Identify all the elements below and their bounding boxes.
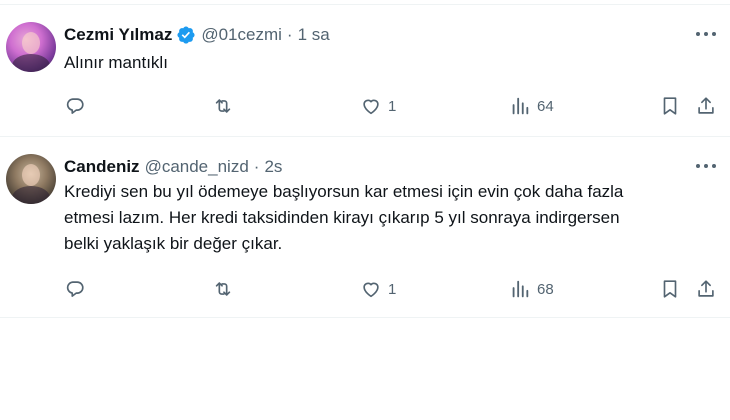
views-count: 68 <box>537 280 554 298</box>
avatar[interactable] <box>6 22 56 72</box>
bookmark-button[interactable] <box>659 94 681 118</box>
bookmark-icon <box>663 97 677 115</box>
tweet-text: Alınır mantıklı <box>64 50 168 76</box>
like-count: 1 <box>388 280 397 298</box>
tweet-actions: 1 68 <box>0 277 730 301</box>
share-icon <box>698 280 714 297</box>
like-button[interactable]: 1 <box>360 94 396 118</box>
separator-dot: · <box>286 25 293 44</box>
tweet-actions: 1 64 <box>0 94 730 118</box>
views-icon <box>512 97 529 115</box>
bookmark-button[interactable] <box>659 277 681 301</box>
bookmark-icon <box>663 280 677 298</box>
tweet-2[interactable]: Candeniz @cande_nizd · 2s Krediyi sen bu… <box>0 137 730 318</box>
retweet-icon <box>215 99 231 113</box>
retweet-button[interactable] <box>212 277 240 301</box>
avatar-shoulders <box>12 54 50 72</box>
reply-icon <box>66 98 84 114</box>
tweet-text-line: Alınır mantıklı <box>64 53 168 72</box>
like-icon <box>363 99 379 115</box>
reply-icon <box>66 281 84 297</box>
retweet-icon <box>215 282 231 296</box>
share-button[interactable] <box>695 94 717 118</box>
separator-dot: · <box>253 157 260 176</box>
verified-badge-icon <box>176 25 196 45</box>
views-button[interactable]: 68 <box>509 277 554 301</box>
retweet-button[interactable] <box>212 94 240 118</box>
more-icon[interactable] <box>696 159 716 173</box>
views-count: 64 <box>537 97 554 115</box>
author-name[interactable]: Candeniz <box>64 157 140 177</box>
timestamp[interactable]: 1 sa <box>298 25 330 45</box>
author-handle[interactable]: @cande_nizd <box>145 157 249 177</box>
share-button[interactable] <box>695 277 717 301</box>
more-icon[interactable] <box>696 27 716 41</box>
reply-button[interactable] <box>64 277 92 301</box>
avatar-shoulders <box>12 186 50 204</box>
author-handle[interactable]: @01cezmi <box>201 25 282 45</box>
tweet-text-line: Krediyi sen bu yıl ödemeye başlıyorsun k… <box>64 182 624 201</box>
timestamp[interactable]: 2s <box>264 157 282 177</box>
tweet-text: Krediyi sen bu yıl ödemeye başlıyorsun k… <box>64 179 724 257</box>
share-icon <box>698 97 714 114</box>
like-button[interactable]: 1 <box>360 277 396 301</box>
tweet-header: Candeniz @cande_nizd · 2s <box>64 156 282 178</box>
views-icon <box>512 280 529 298</box>
views-button[interactable]: 64 <box>509 94 554 118</box>
tweet-header: Cezmi Yılmaz @01cezmi · 1 sa <box>64 24 330 46</box>
avatar-face <box>22 164 40 186</box>
author-name[interactable]: Cezmi Yılmaz <box>64 25 172 45</box>
avatar-face <box>22 32 40 54</box>
tweet-text-line: belki yaklaşık bir değer çıkar. <box>64 234 283 253</box>
avatar[interactable] <box>6 154 56 204</box>
like-icon <box>363 282 379 298</box>
reply-button[interactable] <box>64 94 92 118</box>
tweet-text-line: etmesi lazım. Her kredi taksidinden kira… <box>64 208 620 227</box>
tweet-1[interactable]: Cezmi Yılmaz @01cezmi · 1 sa Alınır mant… <box>0 5 730 137</box>
like-count: 1 <box>388 97 397 115</box>
